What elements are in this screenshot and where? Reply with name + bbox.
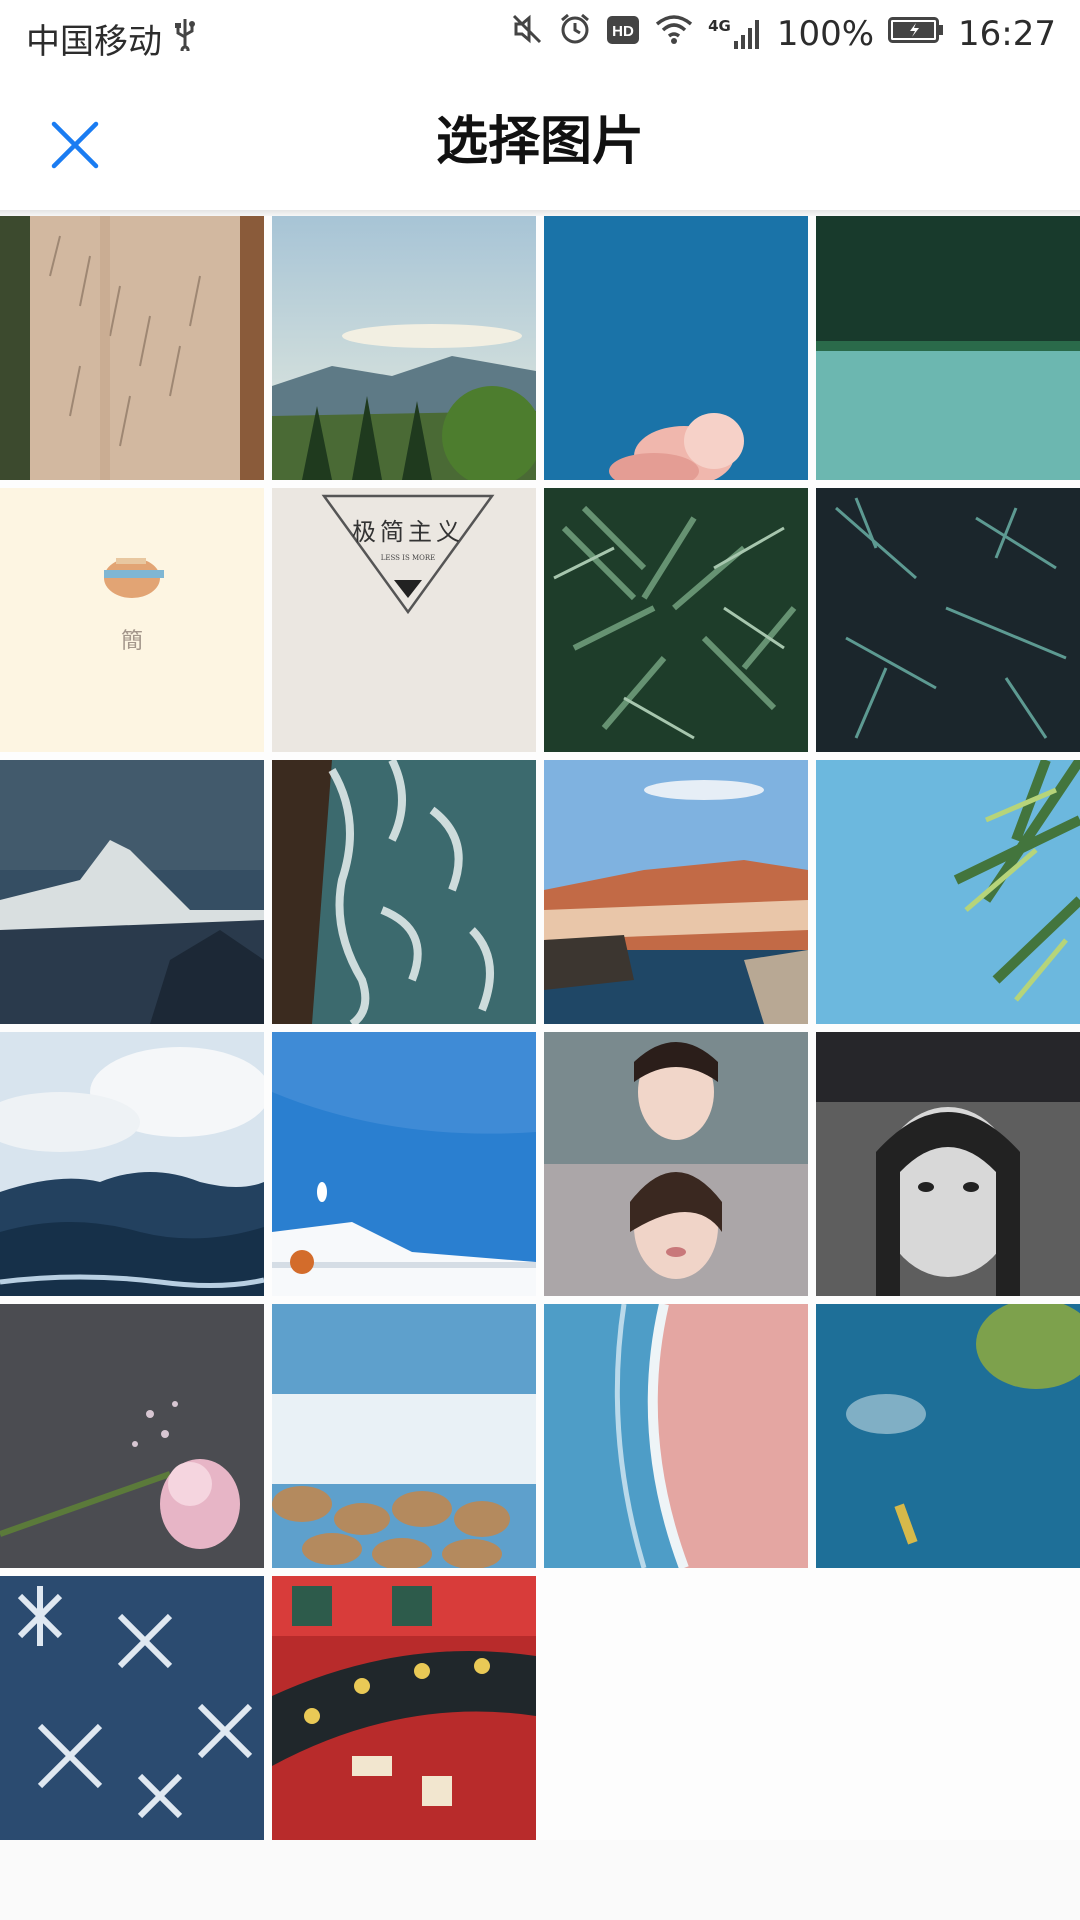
photo-tile-4[interactable] bbox=[816, 216, 1080, 480]
mute-icon bbox=[510, 12, 544, 55]
clock-label: 16:27 bbox=[958, 13, 1056, 54]
carrier-label: 中国移动 bbox=[26, 22, 162, 62]
photo-mountain-forest bbox=[272, 216, 536, 480]
status-right: HD 4G 100% 16:27 bbox=[510, 12, 1056, 55]
photo-woman-portrait-collage bbox=[544, 1032, 808, 1296]
photo-blue-sky-cloud bbox=[544, 216, 808, 480]
photo-tile-10[interactable] bbox=[272, 760, 536, 1024]
photo-tile-11[interactable] bbox=[544, 760, 808, 1024]
signal-icon: 4G bbox=[708, 17, 763, 51]
poster-title: 极简主义 bbox=[352, 518, 464, 546]
photo-waves-pebbles bbox=[272, 1304, 536, 1568]
photo-coastal-town bbox=[544, 760, 808, 1024]
photo-dark-pine bbox=[816, 488, 1080, 752]
close-button[interactable] bbox=[40, 110, 110, 180]
photo-flower-bouquet bbox=[0, 1304, 264, 1568]
photo-tile-1[interactable] bbox=[0, 216, 264, 480]
photo-tile-5[interactable]: 簡 bbox=[0, 488, 264, 752]
photo-tree-branches-sky bbox=[816, 760, 1080, 1024]
photo-frost-crystals bbox=[0, 1576, 264, 1840]
photo-tile-9[interactable] bbox=[0, 760, 264, 1024]
network-type-label: 4G bbox=[708, 16, 731, 35]
photo-tile-12[interactable] bbox=[816, 760, 1080, 1024]
photo-tile-7[interactable] bbox=[544, 488, 808, 752]
wifi-icon bbox=[654, 12, 694, 55]
photo-tile-19[interactable] bbox=[544, 1304, 808, 1568]
photo-aerial-road bbox=[0, 216, 264, 480]
photo-lake-forest bbox=[816, 216, 1080, 480]
photo-green-fern bbox=[544, 488, 808, 752]
battery-percent: 100% bbox=[776, 13, 875, 54]
photo-tile-6[interactable]: 极简主义 LESS IS MORE bbox=[272, 488, 536, 752]
logo-caption: 簡 bbox=[121, 629, 143, 654]
status-bar: 中国移动 HD 4G 100% 16:27 bbox=[0, 0, 1080, 72]
photo-tile-15[interactable] bbox=[544, 1032, 808, 1296]
photo-tile-17[interactable] bbox=[0, 1304, 264, 1568]
bottom-area bbox=[0, 1840, 1080, 1920]
poster-subtitle: LESS IS MORE bbox=[381, 554, 436, 562]
photo-tile-22[interactable] bbox=[272, 1576, 536, 1840]
photo-pink-beach bbox=[544, 1304, 808, 1568]
photo-tile-14[interactable] bbox=[272, 1032, 536, 1296]
photo-tile-2[interactable] bbox=[272, 216, 536, 480]
alarm-icon bbox=[558, 12, 592, 55]
photo-tile-21[interactable] bbox=[0, 1576, 264, 1840]
photo-blue-sea-boat bbox=[272, 1032, 536, 1296]
page-title: 选择图片 bbox=[435, 112, 644, 172]
battery-icon bbox=[888, 14, 944, 54]
close-icon bbox=[51, 121, 99, 169]
photo-tile-20[interactable] bbox=[816, 1304, 1080, 1568]
photo-tile-13[interactable] bbox=[0, 1032, 264, 1296]
hd-icon: HD bbox=[606, 14, 640, 54]
photo-matterhorn bbox=[0, 760, 264, 1024]
photo-minimal-logo: 簡 bbox=[0, 488, 264, 752]
photo-tile-3[interactable] bbox=[544, 216, 808, 480]
status-left: 中国移动 bbox=[26, 14, 198, 63]
photo-aerial-boat-forest bbox=[816, 1304, 1080, 1568]
photo-ocean-waves-clouds bbox=[0, 1032, 264, 1296]
photo-girl-bw-portrait bbox=[816, 1032, 1080, 1296]
usb-icon bbox=[172, 17, 198, 60]
top-app-bar: 选择图片 bbox=[0, 72, 1080, 212]
photo-sea-waves-aerial bbox=[272, 760, 536, 1024]
svg-text:HD: HD bbox=[612, 23, 634, 40]
photo-tile-16[interactable] bbox=[816, 1032, 1080, 1296]
photo-tile-18[interactable] bbox=[272, 1304, 536, 1568]
photo-minimalism-poster: 极简主义 LESS IS MORE bbox=[272, 488, 536, 752]
photo-chinese-temple bbox=[272, 1576, 536, 1840]
photo-tile-8[interactable] bbox=[816, 488, 1080, 752]
